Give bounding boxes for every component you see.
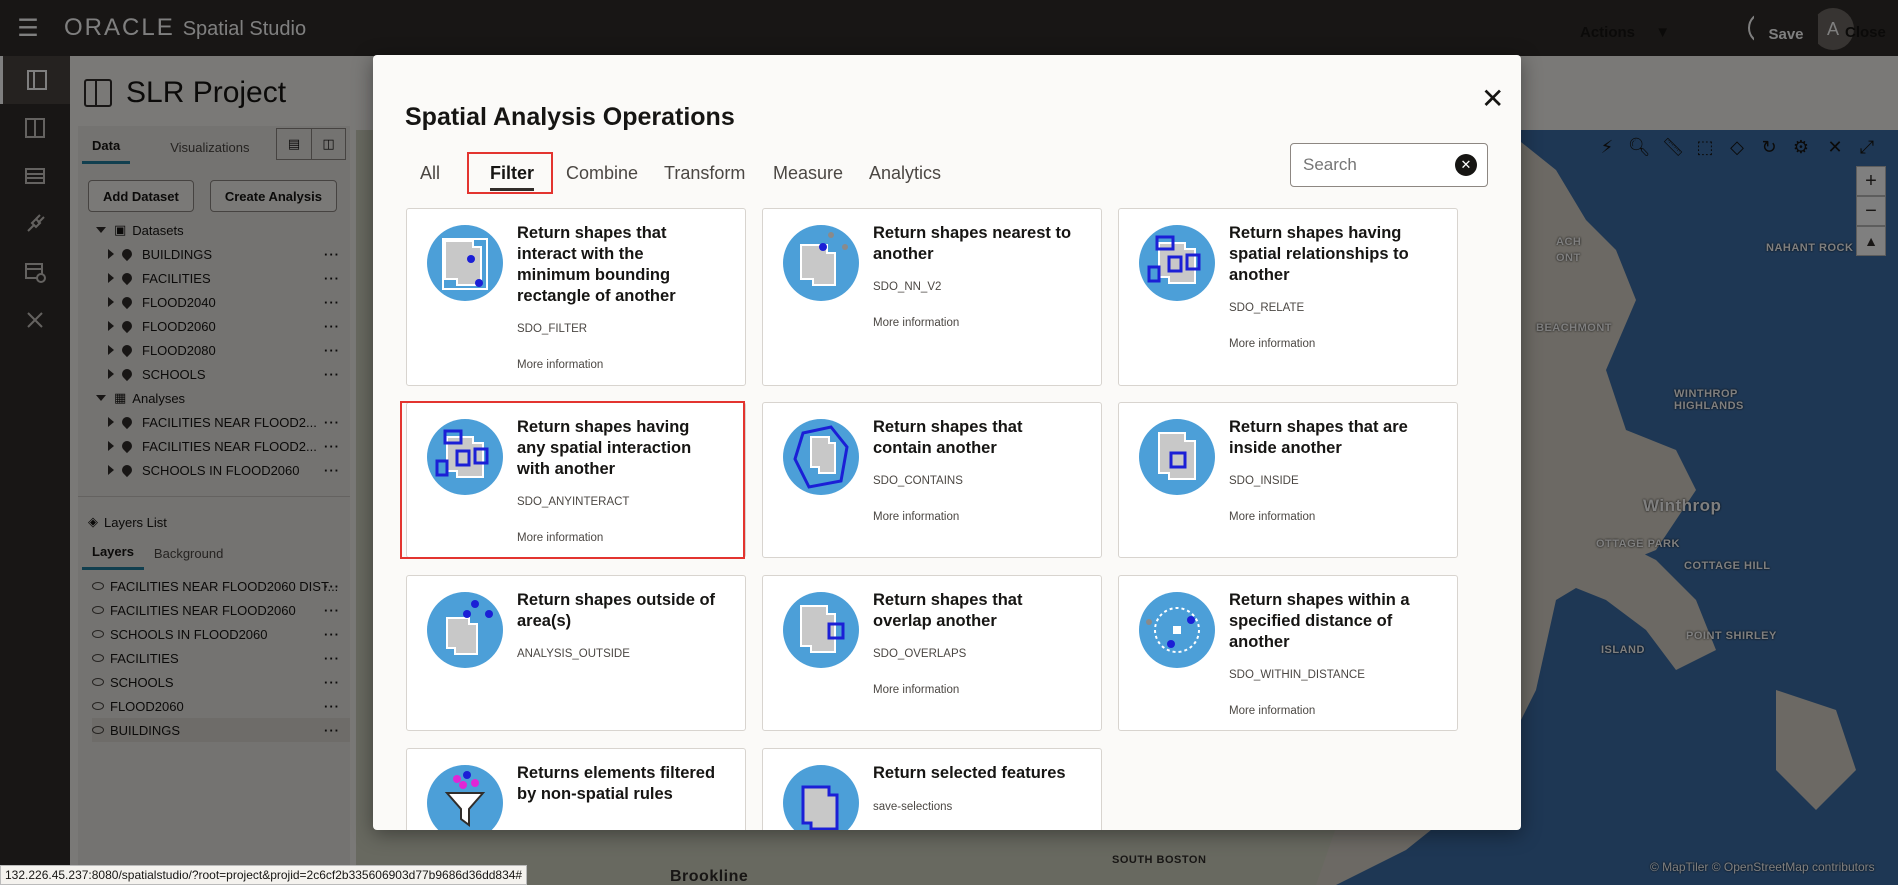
more-information-link[interactable]: More information xyxy=(1229,705,1315,717)
card-operation: SDO_INSIDE xyxy=(1229,475,1299,487)
card-operation: SDO_NN_V2 xyxy=(873,281,942,293)
card-operation: SDO_CONTAINS xyxy=(873,475,963,487)
card-title: Returns elements filtered by non-spatial… xyxy=(517,764,716,803)
operation-card[interactable]: Return shapes within a specified distanc… xyxy=(1118,575,1458,731)
selected-features-icon xyxy=(783,765,859,830)
card-title: Return shapes that are inside another xyxy=(1229,418,1408,457)
card-title: Return shapes nearest to another xyxy=(873,224,1072,263)
within-distance-icon xyxy=(1139,592,1215,668)
more-information-link[interactable]: More information xyxy=(873,684,959,696)
tab-analytics[interactable]: Analytics xyxy=(869,155,941,191)
funnel-filter-icon xyxy=(427,765,503,830)
close-icon[interactable]: ✕ xyxy=(1481,85,1504,113)
operation-card[interactable]: Returns elements filtered by non-spatial… xyxy=(406,748,746,830)
card-highlight xyxy=(400,401,745,559)
spatial-analysis-dialog: Spatial Analysis Operations ✕ All Filter… xyxy=(373,55,1521,830)
operation-card[interactable]: Return shapes having spatial relationshi… xyxy=(1118,208,1458,386)
tab-all[interactable]: All xyxy=(420,155,440,191)
card-operation: SDO_FILTER xyxy=(517,323,588,335)
card-title: Return shapes that contain another xyxy=(873,418,1023,457)
card-title: Return shapes that interact with the min… xyxy=(517,224,676,305)
operation-card[interactable]: Return shapes that are inside another SD… xyxy=(1118,402,1458,558)
card-operation: SDO_OVERLAPS xyxy=(873,648,967,660)
dialog-title: Spatial Analysis Operations xyxy=(405,103,735,131)
card-operation: ANALYSIS_OUTSIDE xyxy=(517,648,630,660)
relate-icon xyxy=(1139,225,1215,301)
card-title: Return shapes outside of area(s) xyxy=(517,591,716,630)
overlap-icon xyxy=(783,592,859,668)
more-information-link[interactable]: More information xyxy=(517,359,603,371)
nearest-neighbor-icon xyxy=(783,225,859,301)
card-operation: SDO_RELATE xyxy=(1229,302,1305,314)
operation-card[interactable]: Return shapes that contain another SDO_C… xyxy=(762,402,1102,558)
status-url: 132.226.45.237:8080/spatialstudio/?root=… xyxy=(0,865,528,885)
more-information-link[interactable]: More information xyxy=(1229,338,1315,350)
card-title: Return shapes having spatial relationshi… xyxy=(1229,224,1409,284)
tab-measure[interactable]: Measure xyxy=(773,155,843,191)
more-information-link[interactable]: More information xyxy=(873,317,959,329)
tab-highlight xyxy=(467,152,553,194)
card-title: Return selected features xyxy=(873,764,1066,782)
search-input[interactable] xyxy=(1303,155,1443,175)
operation-card[interactable]: Return shapes that interact with the min… xyxy=(406,208,746,386)
operation-card[interactable]: Return shapes outside of area(s) ANALYSI… xyxy=(406,575,746,731)
search-field[interactable]: ✕ xyxy=(1290,143,1488,187)
contains-icon xyxy=(783,419,859,495)
operation-card[interactable]: Return shapes that overlap another SDO_O… xyxy=(762,575,1102,731)
card-title: Return shapes within a specified distanc… xyxy=(1229,591,1410,651)
more-information-link[interactable]: More information xyxy=(1229,511,1315,523)
card-operation: save-selections xyxy=(873,801,953,813)
card-operation: SDO_WITHIN_DISTANCE xyxy=(1229,669,1365,681)
operation-card[interactable]: Return selected features save-selections xyxy=(762,748,1102,830)
operation-card[interactable]: Return shapes nearest to another SDO_NN_… xyxy=(762,208,1102,386)
card-title: Return shapes that overlap another xyxy=(873,591,1023,630)
outside-icon xyxy=(427,592,503,668)
filter-mbr-icon xyxy=(427,225,503,301)
inside-icon xyxy=(1139,419,1215,495)
tab-combine[interactable]: Combine xyxy=(566,155,638,191)
clear-icon[interactable]: ✕ xyxy=(1455,154,1477,176)
tab-transform[interactable]: Transform xyxy=(664,155,745,191)
more-information-link[interactable]: More information xyxy=(873,511,959,523)
